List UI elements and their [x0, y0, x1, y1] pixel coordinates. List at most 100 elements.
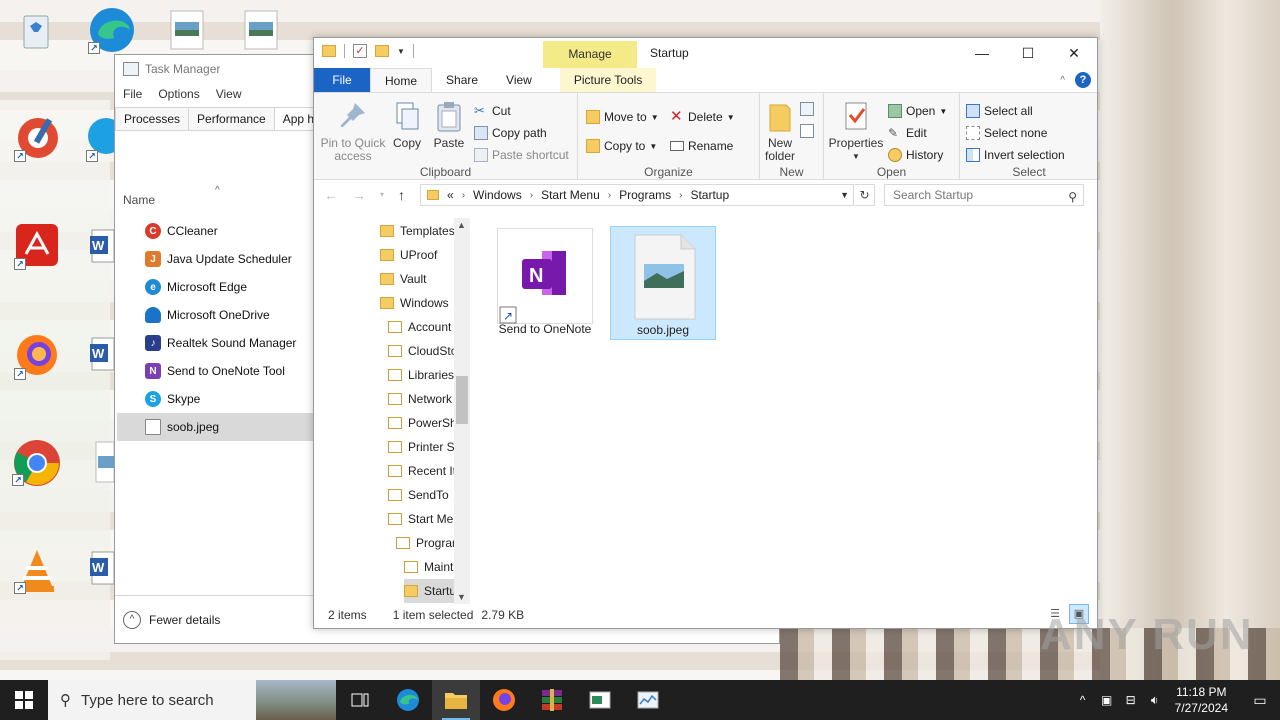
tree-item[interactable]: PowerSh: [388, 411, 454, 435]
recent-dropdown-icon[interactable]: ▾: [380, 187, 384, 203]
address-bar[interactable]: « › Windows › Start Menu › Programs › St…: [420, 184, 854, 206]
network-icon[interactable]: ▣: [1095, 693, 1119, 707]
tree-item[interactable]: Maint: [404, 555, 454, 579]
list-item[interactable]: ♪ Realtek Sound Manager: [117, 329, 313, 357]
copy-to-button[interactable]: Copy to ▼: [586, 136, 657, 156]
winrar-taskbar-icon[interactable]: [528, 680, 576, 720]
list-item[interactable]: S Skype: [117, 385, 313, 413]
up-arrow-icon[interactable]: ↑: [398, 187, 405, 203]
customize-dropdown-icon[interactable]: ▼: [397, 47, 405, 56]
cut-button[interactable]: ✂ Cut: [474, 101, 511, 121]
tree-item[interactable]: Recent It: [388, 459, 454, 483]
rename-button[interactable]: Rename: [670, 136, 733, 156]
breadcrumb-startup[interactable]: Startup: [690, 188, 729, 202]
maximize-button[interactable]: ☐: [1005, 38, 1051, 68]
tab-processes[interactable]: Processes: [115, 107, 190, 130]
copy-button[interactable]: Copy: [388, 99, 426, 150]
task-manager-taskbar-icon[interactable]: [624, 680, 672, 720]
help-icon[interactable]: ?: [1075, 72, 1091, 88]
file-explorer-taskbar-icon[interactable]: [432, 680, 480, 720]
easy-access-button[interactable]: [800, 121, 818, 141]
select-none-button[interactable]: Select none: [966, 123, 1047, 143]
app-taskbar-icon[interactable]: [576, 680, 624, 720]
properties-check-icon[interactable]: ✓: [353, 44, 367, 58]
tab-share[interactable]: Share: [432, 68, 492, 92]
start-button[interactable]: [0, 680, 48, 720]
breadcrumb-overflow[interactable]: «: [447, 188, 454, 202]
paste-shortcut-button[interactable]: Paste shortcut: [474, 145, 569, 165]
manage-contextual-tab[interactable]: Manage: [543, 41, 637, 68]
new-folder-button[interactable]: New folder: [764, 99, 796, 163]
explorer-titlebar[interactable]: ✓ ▼ Manage Startup — ☐ ✕: [314, 38, 1097, 68]
notification-icon[interactable]: ▭: [1240, 692, 1280, 709]
tree-item[interactable]: Startu: [404, 579, 454, 603]
list-item[interactable]: soob.jpeg: [117, 413, 313, 441]
task-view-icon[interactable]: [336, 680, 384, 720]
list-item[interactable]: Microsoft OneDrive: [117, 301, 313, 329]
invert-selection-button[interactable]: Invert selection: [966, 145, 1065, 165]
tab-picture-tools[interactable]: Picture Tools: [559, 68, 657, 92]
list-item[interactable]: N Send to OneNote Tool: [117, 357, 313, 385]
tree-item[interactable]: Windows: [380, 291, 454, 315]
tree-item[interactable]: Start Men: [388, 507, 454, 531]
back-arrow-icon[interactable]: ←: [324, 187, 338, 203]
tab-performance[interactable]: Performance: [188, 107, 275, 130]
edge-desktop-icon[interactable]: ↗: [88, 6, 136, 54]
breadcrumb-programs[interactable]: Programs: [619, 188, 671, 202]
list-item[interactable]: C CCleaner: [117, 217, 313, 245]
file-item-soob-jpeg[interactable]: soob.jpeg: [610, 226, 716, 340]
tree-item[interactable]: SendTo: [388, 483, 454, 507]
ethernet-icon[interactable]: ⊟: [1119, 693, 1143, 707]
tree-item[interactable]: Vault: [380, 267, 454, 291]
breadcrumb-windows[interactable]: Windows: [473, 188, 522, 202]
collapse-ribbon-icon[interactable]: ^: [1060, 75, 1065, 86]
delete-button[interactable]: ✕ Delete ▼: [670, 107, 735, 127]
paste-button[interactable]: Paste: [428, 99, 470, 150]
file-item-send-to-onenote[interactable]: N ↗ Send to OneNote: [492, 226, 598, 340]
scroll-up-icon[interactable]: ▲: [457, 220, 466, 230]
refresh-icon[interactable]: ↻: [855, 184, 875, 206]
acrobat-desktop-icon[interactable]: ↗: [14, 222, 62, 270]
tree-item[interactable]: Templates: [380, 219, 454, 243]
show-hidden-icons-icon[interactable]: ^: [1071, 693, 1095, 707]
firefox-taskbar-icon[interactable]: [480, 680, 528, 720]
forward-arrow-icon[interactable]: →: [352, 187, 366, 203]
move-to-button[interactable]: Move to ▼: [586, 107, 659, 127]
volume-icon[interactable]: 🔉︎: [1143, 693, 1167, 708]
search-input[interactable]: Search Startup ⚲: [884, 184, 1084, 206]
image-shortcut-icon[interactable]: [170, 10, 218, 58]
recycle-bin-icon[interactable]: [16, 8, 64, 56]
scroll-down-icon[interactable]: ▼: [457, 592, 466, 602]
ccleaner-desktop-icon[interactable]: ↗: [14, 114, 62, 162]
tree-item[interactable]: Program: [396, 531, 454, 555]
history-button[interactable]: History: [888, 145, 943, 165]
tree-item[interactable]: Libraries: [388, 363, 454, 387]
edge-taskbar-icon[interactable]: [384, 680, 432, 720]
copy-path-button[interactable]: Copy path: [474, 123, 547, 143]
close-button[interactable]: ✕: [1051, 38, 1097, 68]
tree-item[interactable]: Account: [388, 315, 454, 339]
edit-button[interactable]: ✎ Edit: [888, 123, 927, 143]
tree-item[interactable]: CloudSto: [388, 339, 454, 363]
tree-item[interactable]: Printer Sh: [388, 435, 454, 459]
new-folder-icon[interactable]: [375, 45, 389, 57]
list-item[interactable]: e Microsoft Edge: [117, 273, 313, 301]
clock[interactable]: 11:18 PM 7/27/2024: [1175, 684, 1228, 716]
vlc-desktop-icon[interactable]: ↗: [14, 546, 62, 594]
select-all-button[interactable]: Select all: [966, 101, 1033, 121]
tab-file[interactable]: File: [314, 68, 370, 92]
image-shortcut-icon[interactable]: [244, 10, 292, 58]
tab-home[interactable]: Home: [370, 68, 433, 92]
firefox-desktop-icon[interactable]: ↗: [14, 332, 62, 380]
open-button[interactable]: Open ▼: [888, 101, 947, 121]
chrome-desktop-icon[interactable]: ↗: [12, 438, 60, 486]
tree-item[interactable]: UProof: [380, 243, 454, 267]
address-dropdown-icon[interactable]: ▼: [840, 190, 849, 200]
scrollbar-thumb[interactable]: [456, 376, 468, 424]
tree-item[interactable]: Network: [388, 387, 454, 411]
column-header-name[interactable]: Name: [123, 193, 155, 207]
minimize-button[interactable]: —: [959, 38, 1005, 68]
menu-view[interactable]: View: [216, 87, 242, 101]
new-item-button[interactable]: [800, 99, 818, 119]
properties-button[interactable]: Properties ▼: [828, 99, 884, 163]
